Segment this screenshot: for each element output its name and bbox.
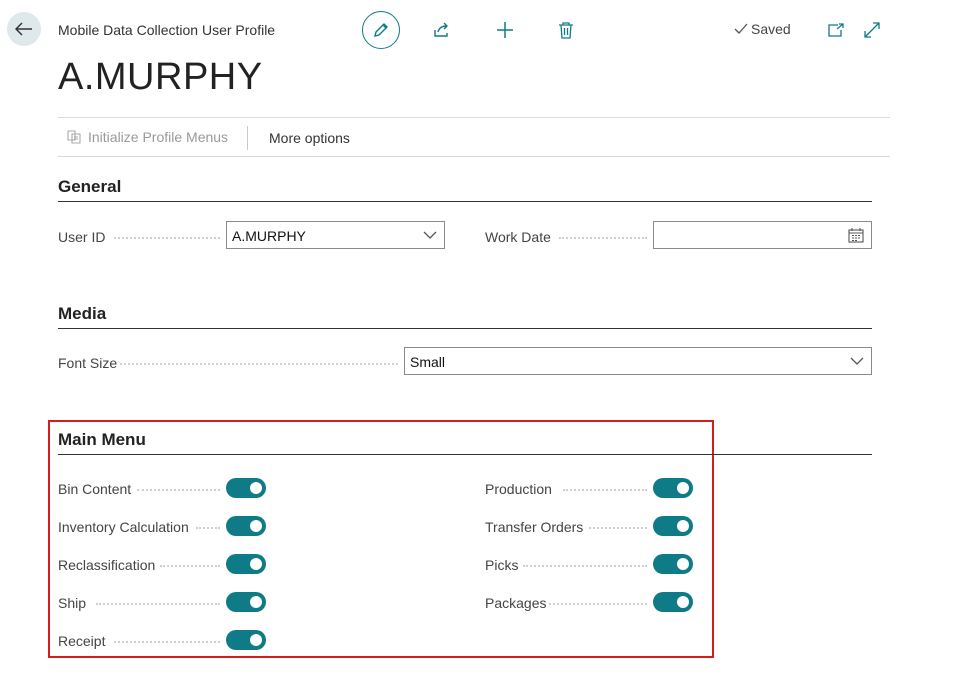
- menu-item-label: Reclassification: [58, 557, 156, 573]
- leader-dots: [96, 603, 220, 605]
- share-button[interactable]: [430, 18, 454, 42]
- toggle-knob: [677, 482, 689, 494]
- calendar-icon[interactable]: [848, 228, 864, 243]
- page-caption: Mobile Data Collection User Profile: [58, 22, 276, 38]
- plus-icon: [497, 22, 513, 38]
- toggle-knob: [677, 596, 689, 608]
- arrow-left-icon: [15, 22, 32, 36]
- section-title-general[interactable]: General: [58, 177, 121, 197]
- chevron-down-icon: [850, 357, 864, 365]
- edit-button[interactable]: [362, 11, 400, 49]
- saved-status: Saved: [734, 21, 791, 37]
- font-size-label: Font Size: [58, 355, 118, 371]
- section-title-media[interactable]: Media: [58, 304, 106, 324]
- toggle-knob: [677, 520, 689, 532]
- leader-dots: [523, 565, 647, 567]
- toggle-ship[interactable]: [226, 592, 266, 612]
- toggle-knob: [250, 558, 262, 570]
- font-size-value: Small: [410, 354, 446, 370]
- toggle-reclassification[interactable]: [226, 554, 266, 574]
- checkmark-icon: [734, 23, 748, 34]
- font-size-select[interactable]: Small: [404, 347, 872, 375]
- toggle-bin-content[interactable]: [226, 478, 266, 498]
- open-in-new-window-button[interactable]: [825, 19, 847, 41]
- leader-dots: [589, 527, 647, 529]
- chevron-down-icon: [423, 231, 437, 239]
- leader-dots: [137, 489, 220, 491]
- menu-item-label: Ship: [58, 595, 87, 611]
- document-copy-icon: [67, 130, 81, 144]
- open-in-new-window-icon: [828, 23, 844, 37]
- leader-dots: [196, 527, 220, 529]
- page-title: A.MURPHY: [58, 56, 263, 98]
- user-id-field[interactable]: A.MURPHY: [226, 221, 445, 249]
- expand-icon: [864, 22, 880, 38]
- menu-item-label: Inventory Calculation: [58, 519, 189, 535]
- toggle-packages[interactable]: [653, 592, 693, 612]
- leader-dots: [160, 565, 220, 567]
- user-id-value: A.MURPHY: [232, 228, 306, 244]
- toggle-picks[interactable]: [653, 554, 693, 574]
- new-button[interactable]: [493, 18, 517, 42]
- toggle-inventory-calculation[interactable]: [226, 516, 266, 536]
- toggle-transfer-orders[interactable]: [653, 516, 693, 536]
- user-id-label: User ID: [58, 229, 106, 245]
- saved-label: Saved: [751, 21, 791, 37]
- menu-item-label: Transfer Orders: [485, 519, 584, 535]
- menu-item-label: Packages: [485, 595, 547, 611]
- leader-dots: [559, 237, 647, 239]
- back-button[interactable]: [7, 12, 41, 46]
- menu-item-label: Production: [485, 481, 552, 497]
- delete-button[interactable]: [554, 18, 578, 42]
- work-date-field[interactable]: [653, 221, 872, 249]
- toggle-knob: [250, 482, 262, 494]
- toggle-knob: [250, 596, 262, 608]
- toggle-knob: [250, 520, 262, 532]
- leader-dots: [549, 603, 647, 605]
- trash-icon: [559, 22, 573, 39]
- leader-dots: [120, 363, 398, 365]
- more-options-button[interactable]: More options: [269, 130, 350, 146]
- menu-item-label: Bin Content: [58, 481, 132, 497]
- pencil-icon: [374, 23, 388, 37]
- toggle-production[interactable]: [653, 478, 693, 498]
- menu-item-label: Picks: [485, 557, 519, 573]
- share-icon: [434, 22, 448, 37]
- menu-item-label: Receipt: [58, 633, 106, 649]
- section-divider: [58, 201, 872, 202]
- leader-dots: [114, 237, 220, 239]
- initialize-profile-menus-action[interactable]: Initialize Profile Menus: [67, 129, 228, 145]
- leader-dots: [114, 641, 220, 643]
- toggle-knob: [250, 634, 262, 646]
- toggle-knob: [677, 558, 689, 570]
- section-divider: [58, 454, 872, 455]
- initialize-label: Initialize Profile Menus: [88, 129, 229, 145]
- section-divider: [58, 328, 872, 329]
- expand-button[interactable]: [861, 19, 883, 41]
- section-title-main-menu[interactable]: Main Menu: [58, 430, 146, 450]
- action-separator: [247, 126, 248, 150]
- leader-dots: [563, 489, 647, 491]
- work-date-label: Work Date: [485, 229, 551, 245]
- highlight-box: [48, 420, 714, 658]
- action-bar: Initialize Profile Menus More options: [58, 117, 890, 157]
- toggle-receipt[interactable]: [226, 630, 266, 650]
